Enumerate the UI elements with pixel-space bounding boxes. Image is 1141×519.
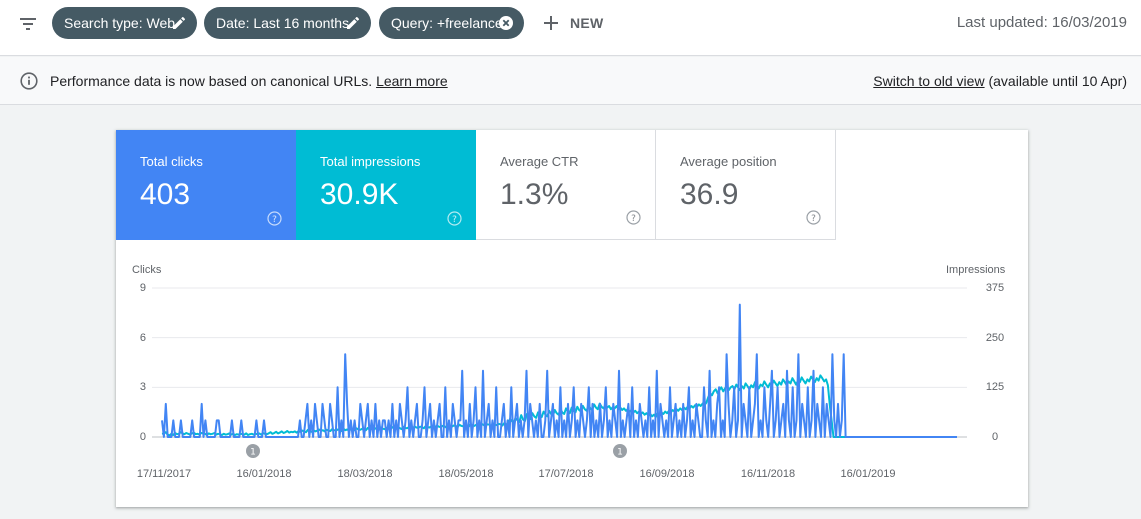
info-icon [20,72,38,90]
metric-total-impressions[interactable]: Total impressions 30.9K ? [296,130,476,240]
chip-label: Query: +freelance [391,15,503,31]
annotation-label: 1 [250,448,256,458]
svg-text:?: ? [452,215,457,225]
filter-bar: Search type: Web Date: Last 16 months Qu… [0,0,1141,56]
metric-label: Total clicks [140,154,203,169]
x-tick: 16/11/2018 [740,468,796,480]
series-line-clicks [161,303,957,438]
last-updated: Last updated: 16/03/2019 [956,14,1127,31]
chip-label: Date: Last 16 months [216,15,350,31]
performance-card: Total clicks 403 ? Total impressions 30.… [116,130,1028,507]
x-tick: 16/09/2018 [639,468,695,480]
availability-note: (available until 10 Apr) [988,73,1127,89]
metric-total-clicks[interactable]: Total clicks 403 ? [116,130,296,240]
x-tick: 18/03/2018 [337,468,393,480]
help-icon[interactable]: ? [806,210,821,225]
edit-icon[interactable] [171,15,187,31]
info-banner: Performance data is now based on canonic… [0,57,1141,105]
help-icon[interactable]: ? [626,210,641,225]
filter-chip-date[interactable]: Date: Last 16 months [204,7,371,39]
x-tick: 16/01/2019 [840,468,896,480]
metric-average-ctr[interactable]: Average CTR 1.3% ? [476,130,656,240]
learn-more-link[interactable]: Learn more [376,73,448,89]
x-tick: 18/05/2018 [438,468,494,480]
filter-chip-query[interactable]: Query: +freelance [379,7,524,39]
close-circle-icon[interactable] [498,15,514,31]
metric-label: Total impressions [320,154,421,169]
x-tick: 17/11/2017 [136,468,192,480]
banner-message: Performance data is now based on canonic… [50,73,448,89]
banner-text: Performance data is now based on canonic… [50,73,373,89]
metric-label: Average position [680,154,777,169]
metric-average-position[interactable]: Average position 36.9 ? [656,130,836,240]
x-tick: 16/01/2018 [236,468,292,480]
new-filter-button[interactable]: NEW [542,12,604,34]
switch-old-view-link[interactable]: Switch to old view [873,73,984,89]
svg-text:?: ? [631,214,636,224]
banner-right: Switch to old view (available until 10 A… [873,73,1127,89]
help-icon[interactable]: ? [447,211,462,226]
metric-value: 30.9K [320,178,399,211]
new-label: NEW [570,15,604,31]
svg-text:?: ? [272,215,277,225]
metric-value: 403 [140,178,191,211]
chip-label: Search type: Web [64,15,176,31]
metric-label: Average CTR [500,154,579,169]
metric-value: 36.9 [680,178,739,211]
performance-chart[interactable]: Clicks Impressions 9 6 3 0 375 250 125 0… [116,256,1028,501]
filter-chip-search-type[interactable]: Search type: Web [52,7,197,39]
help-icon[interactable]: ? [267,211,282,226]
chart-plot: 11 [152,287,967,458]
x-tick: 17/07/2018 [538,468,594,480]
filter-icon[interactable] [18,14,38,34]
plus-icon [544,16,558,30]
metric-value: 1.3% [500,178,569,211]
svg-text:?: ? [811,214,816,224]
annotation-label: 1 [617,448,623,458]
edit-icon[interactable] [345,15,361,31]
